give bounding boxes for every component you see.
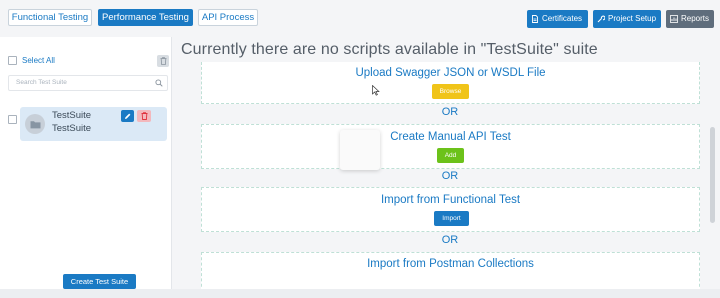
search-input[interactable]: Search Test Suite — [8, 75, 168, 91]
select-all[interactable]: Select All — [8, 56, 55, 65]
scrollbar[interactable] — [710, 127, 715, 223]
delete-all-button[interactable] — [157, 55, 169, 67]
trash-icon — [141, 112, 147, 120]
create-manual-api-panel: Create Manual API Test Add — [201, 124, 700, 169]
create-test-suite-button[interactable]: Create Test Suite — [63, 274, 136, 289]
chart-icon — [670, 15, 678, 23]
add-button[interactable]: Add — [437, 148, 464, 163]
upload-swagger-title: Upload Swagger JSON or WSDL File — [355, 67, 546, 79]
select-all-label: Select All — [22, 56, 55, 65]
bottom-bar — [0, 289, 720, 298]
loading-overlay — [340, 130, 380, 170]
select-all-checkbox[interactable] — [8, 56, 17, 65]
tab-api-process[interactable]: API Process — [198, 9, 258, 26]
folder-icon — [30, 120, 40, 128]
reports-label: Reports — [681, 14, 710, 23]
edit-suite-button[interactable] — [121, 110, 134, 122]
wrench-icon — [597, 15, 605, 23]
create-manual-api-title: Create Manual API Test — [390, 131, 511, 143]
pencil-icon — [125, 113, 131, 119]
suite-name: TestSuite TestSuite — [52, 110, 91, 135]
sidebar: Select All Search Test Suite TestSuite T… — [0, 37, 172, 289]
tab-performance-testing[interactable]: Performance Testing — [98, 9, 193, 26]
import-postman-title: Import from Postman Collections — [367, 258, 534, 270]
file-icon — [532, 15, 538, 23]
import-functional-title: Import from Functional Test — [380, 194, 521, 206]
mouse-cursor-icon — [372, 85, 380, 96]
project-setup-label: Project Setup — [608, 14, 657, 23]
or-separator: OR — [441, 106, 459, 118]
upload-swagger-panel: Upload Swagger JSON or WSDL File Browse — [201, 62, 700, 104]
import-functional-panel: Import from Functional Test Import — [201, 187, 700, 232]
tab-functional-testing[interactable]: Functional Testing — [8, 9, 92, 26]
suite-name-line1: TestSuite — [52, 110, 92, 121]
or-separator: OR — [441, 170, 459, 182]
search-placeholder: Search Test Suite — [16, 79, 67, 86]
trash-icon — [160, 57, 166, 65]
or-separator: OR — [441, 234, 459, 246]
search-icon[interactable] — [155, 79, 163, 87]
certificates-button[interactable]: Certificates — [527, 10, 588, 28]
folder-icon-badge — [25, 114, 45, 134]
reports-button[interactable]: Reports — [666, 10, 714, 28]
suite-list-item[interactable]: TestSuite TestSuite — [20, 107, 167, 141]
certificates-label: Certificates — [542, 14, 583, 23]
suite-checkbox[interactable] — [8, 115, 17, 124]
suite-name-line2: TestSuite — [52, 122, 92, 134]
import-button[interactable]: Import — [434, 211, 469, 226]
import-postman-panel: Import from Postman Collections — [201, 252, 700, 292]
project-setup-button[interactable]: Project Setup — [593, 10, 661, 28]
page-title: Currently there are no scripts available… — [181, 41, 598, 58]
browse-button[interactable]: Browse — [432, 84, 469, 99]
delete-suite-button[interactable] — [137, 110, 151, 122]
